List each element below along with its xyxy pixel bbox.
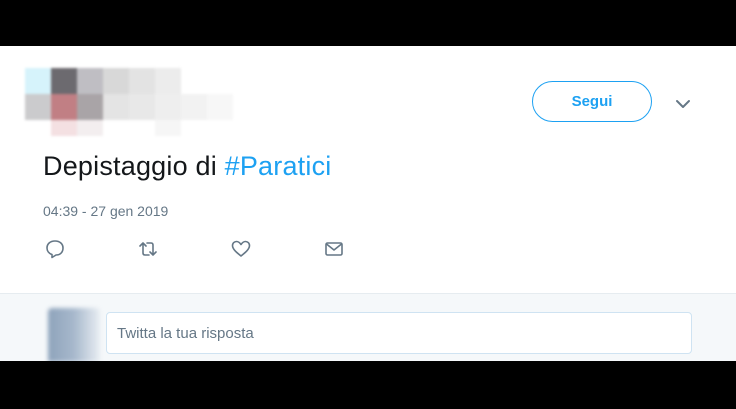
heart-icon[interactable] [230, 238, 252, 260]
retweet-icon[interactable] [137, 238, 159, 260]
reply-icon[interactable] [44, 238, 66, 260]
reply-input[interactable] [106, 312, 692, 354]
envelope-icon[interactable] [323, 238, 345, 260]
tweet-timestamp[interactable]: 04:39 - 27 gen 2019 [43, 203, 168, 219]
hashtag-link[interactable]: #Paratici [225, 151, 332, 181]
tweet-text-plain: Depistaggio di [43, 151, 225, 181]
tweet-card: Segui Depistaggio di #Paratici 04:39 - 2… [0, 46, 736, 361]
reply-bar [0, 293, 736, 361]
follow-button[interactable]: Segui [532, 81, 652, 122]
chevron-down-icon[interactable] [675, 96, 691, 112]
tweet-text: Depistaggio di #Paratici [43, 151, 331, 182]
blurred-author-avatar[interactable] [25, 68, 235, 140]
blurred-user-avatar [48, 308, 100, 361]
